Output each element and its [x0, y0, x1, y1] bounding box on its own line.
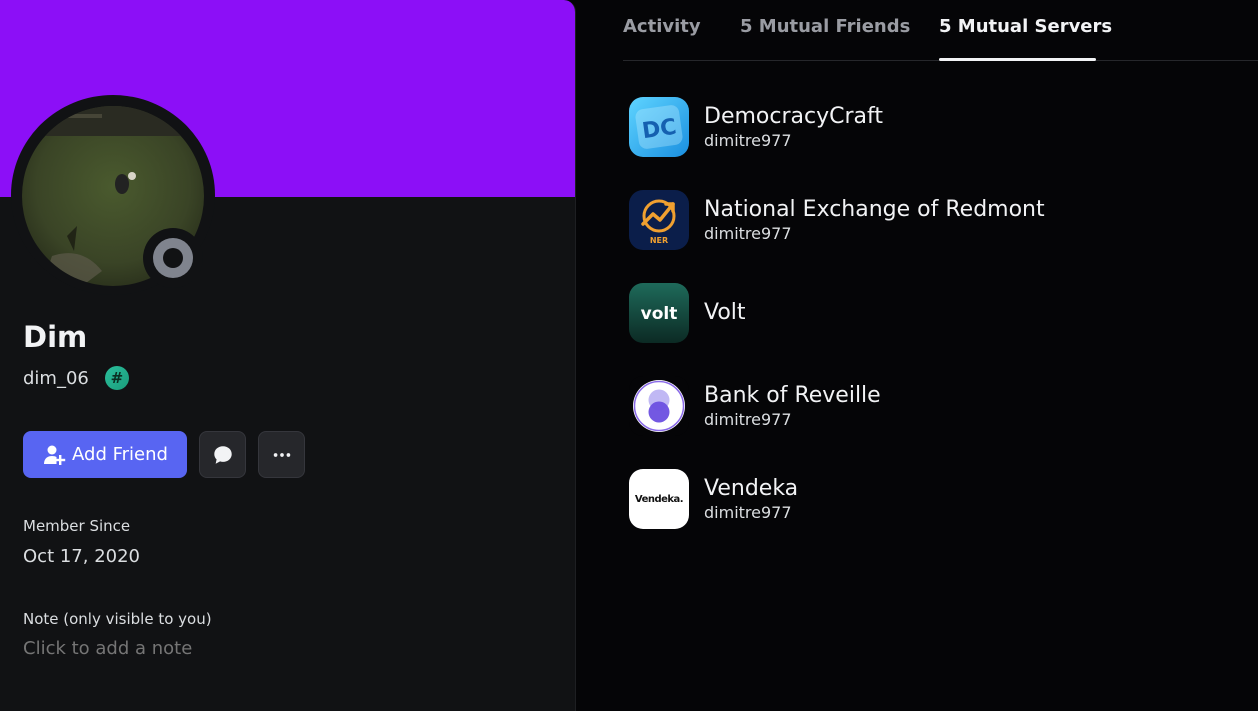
- server-name: Volt: [704, 300, 746, 325]
- server-nickname: dimitre977: [704, 224, 792, 243]
- chat-bubble-icon: [213, 445, 232, 464]
- tab-mutual-friends[interactable]: 5 Mutual Friends: [740, 16, 910, 37]
- note-label: Note (only visible to you): [23, 610, 212, 628]
- server-item-democracycraft[interactable]: DC DemocracyCraft dimitre977: [629, 97, 1229, 157]
- more-dots-icon: [273, 452, 290, 457]
- server-name: Bank of Reveille: [704, 383, 881, 408]
- add-friend-button[interactable]: Add Friend: [23, 431, 187, 478]
- display-name: Dim: [23, 320, 88, 354]
- volt-logo-text: volt: [641, 304, 678, 324]
- server-item-ner[interactable]: NER National Exchange of Redmont dimitre…: [629, 190, 1229, 250]
- profile-tabs: Activity 5 Mutual Friends 5 Mutual Serve…: [623, 0, 1258, 61]
- vendeka-server-icon: Vendeka.: [629, 469, 689, 529]
- bank-of-reveille-server-icon: [629, 376, 689, 436]
- democracycraft-server-icon: DC: [629, 97, 689, 157]
- ner-logo-text: NER: [650, 236, 668, 245]
- server-item-volt[interactable]: volt Volt: [629, 283, 1229, 343]
- server-nickname: dimitre977: [704, 131, 792, 150]
- member-since-label: Member Since: [23, 517, 131, 535]
- tab-mutual-servers[interactable]: 5 Mutual Servers: [939, 16, 1112, 37]
- member-since-value: Oct 17, 2020: [23, 546, 140, 567]
- profile-actions: Add Friend: [23, 431, 305, 478]
- server-item-vendeka[interactable]: Vendeka. Vendeka dimitre977: [629, 469, 1229, 529]
- svg-text:DC: DC: [641, 115, 679, 145]
- server-nickname: dimitre977: [704, 410, 792, 429]
- status-offline-icon: [153, 238, 193, 278]
- profile-panel: Dim dim_06 # Add Friend Member Since Oct…: [0, 0, 576, 711]
- username: dim_06: [23, 367, 89, 389]
- message-button[interactable]: [199, 431, 246, 478]
- server-name: Vendeka: [704, 476, 799, 501]
- vendeka-logo-text: Vendeka.: [635, 494, 683, 505]
- add-friend-label: Add Friend: [72, 444, 168, 465]
- active-tab-indicator: [939, 58, 1096, 61]
- more-options-button[interactable]: [258, 431, 305, 478]
- hashtag-badge-icon[interactable]: #: [104, 366, 129, 390]
- server-name: National Exchange of Redmont: [704, 197, 1045, 222]
- username-row: dim_06 #: [23, 366, 129, 390]
- add-user-icon: [44, 445, 66, 465]
- server-nickname: dimitre977: [704, 503, 792, 522]
- server-item-bank-of-reveille[interactable]: Bank of Reveille dimitre977: [629, 376, 1229, 436]
- server-name: DemocracyCraft: [704, 104, 883, 129]
- tab-activity[interactable]: Activity: [623, 16, 701, 37]
- note-input[interactable]: [23, 638, 423, 659]
- ner-server-icon: NER: [629, 190, 689, 250]
- volt-server-icon: volt: [629, 283, 689, 343]
